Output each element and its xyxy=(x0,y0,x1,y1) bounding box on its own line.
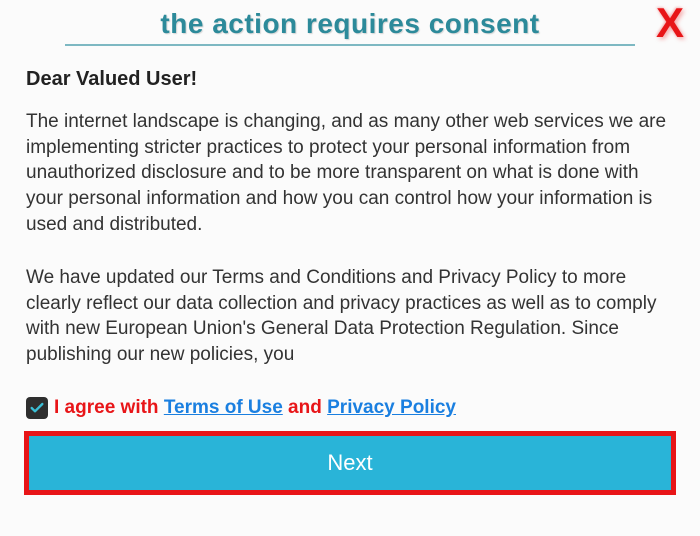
greeting-text: Dear Valued User! xyxy=(26,68,674,91)
agree-checkbox[interactable] xyxy=(26,397,48,419)
consent-dialog: the action requires consent X Dear Value… xyxy=(0,0,700,536)
close-icon[interactable]: X xyxy=(656,2,684,44)
terms-of-use-link[interactable]: Terms of Use xyxy=(164,397,283,418)
next-button[interactable]: Next xyxy=(24,431,676,495)
paragraph-2: We have updated our Terms and Conditions… xyxy=(26,265,674,368)
dialog-content: Dear Valued User! The internet landscape… xyxy=(0,52,700,389)
checkmark-icon xyxy=(29,400,45,416)
consent-prefix: I agree with xyxy=(54,397,164,418)
privacy-policy-link[interactable]: Privacy Policy xyxy=(327,397,456,418)
consent-text: I agree with Terms of Use and Privacy Po… xyxy=(54,397,456,419)
consent-row: I agree with Terms of Use and Privacy Po… xyxy=(0,389,700,429)
title-underline xyxy=(65,44,635,46)
dialog-header: the action requires consent X xyxy=(0,0,700,52)
button-wrap: Next xyxy=(0,429,700,511)
consent-middle: and xyxy=(283,397,327,418)
dialog-title: the action requires consent xyxy=(0,8,700,40)
paragraph-1: The internet landscape is changing, and … xyxy=(26,109,674,237)
body-text: The internet landscape is changing, and … xyxy=(26,109,674,389)
